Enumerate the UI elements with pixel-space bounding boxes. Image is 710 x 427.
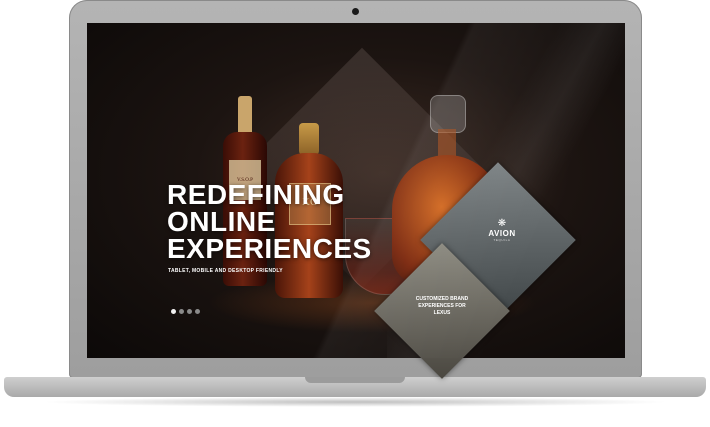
hero-title: REDEFINING ONLINE EXPERIENCES [167, 179, 427, 264]
avion-logo[interactable]: ❋ AVION TEQUILA [475, 218, 529, 243]
laptop-screen: V.S.O.P XO REDEFINING ONLINE EXPERIENCES… [87, 23, 625, 358]
avion-name: AVION [488, 229, 516, 238]
carousel-dot-3[interactable] [187, 309, 192, 314]
lexus-promo-line-2: EXPERIENCES FOR [418, 303, 466, 309]
hero-title-line-2: ONLINE [167, 206, 276, 237]
laptop-notch [305, 377, 405, 383]
carousel-dot-2[interactable] [179, 309, 184, 314]
decanter-stopper [430, 95, 466, 133]
carousel-dots [171, 309, 200, 314]
lexus-promo-text[interactable]: CUSTOMIZED BRAND EXPERIENCES FOR LEXUS [391, 296, 493, 317]
hero-subtitle: TABLET, MOBILE AND DESKTOP FRIENDLY [168, 268, 283, 274]
xo-bottle-neck [299, 123, 319, 155]
carousel-dot-4[interactable] [195, 309, 200, 314]
vsop-bottle-neck [238, 96, 252, 136]
laptop-shadow [40, 397, 670, 407]
lexus-promo-line-1: CUSTOMIZED BRAND [415, 296, 469, 302]
lexus-promo-line-3: LEXUS [433, 310, 451, 316]
avion-subtitle: TEQUILA [493, 238, 511, 242]
hero-title-line-3: EXPERIENCES [167, 233, 372, 264]
hero-title-line-1: REDEFINING [167, 179, 345, 210]
camera-icon [352, 8, 359, 15]
agave-icon: ❋ [497, 218, 507, 229]
carousel-dot-1[interactable] [171, 309, 176, 314]
